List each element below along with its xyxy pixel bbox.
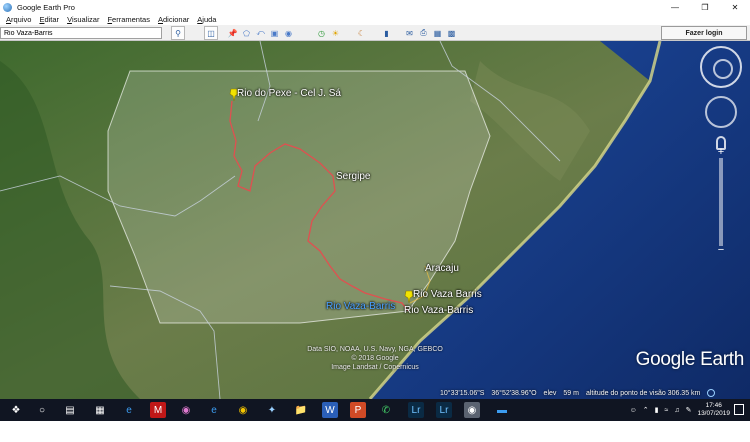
ruler-icon[interactable]: ▮ (380, 26, 393, 40)
status-bar: 10°33'15.06"S 36°52'38.96"O elev 59 m al… (440, 387, 750, 399)
google-earth-logo: Google Earth (635, 349, 745, 370)
app2-icon[interactable]: ▬ (494, 402, 510, 418)
edge-icon[interactable]: e (121, 402, 137, 418)
tour-icon[interactable]: ◉ (282, 26, 295, 40)
credit-line-3: Image Landsat / Copernicus (331, 364, 419, 371)
menu-ferramentas[interactable]: Ferramentas (107, 15, 150, 24)
toolbar: ⚲ ◫ 📌 ⬠ ⤺ ▣ ◉ ◷ ☀ ☾ ▮ ✉ ⎙ ▦ ▩ Fazer logi… (0, 25, 750, 41)
ie-icon[interactable]: e (206, 402, 222, 418)
whatsapp-icon[interactable]: ✆ (378, 402, 394, 418)
longitude-readout: 36°52'38.96"O (491, 389, 537, 397)
menu-bar: Arquivo Editar Visualizar Ferramentas Ad… (0, 14, 750, 25)
task-view-icon[interactable]: ▤ (62, 402, 78, 418)
zoom-slider[interactable] (719, 158, 723, 246)
maps-icon[interactable]: ▩ (445, 26, 458, 40)
map-view[interactable]: Rio do Pexe - Cel J. Sá Sergipe Aracaju … (0, 41, 750, 399)
search-icon: ⚲ (175, 28, 181, 38)
label-rio-vaza-barris-path[interactable]: Rio Vaza-Barris (404, 305, 473, 316)
credit-line-2: © 2018 Google (351, 355, 399, 362)
elevation-readout: 59 m (563, 389, 579, 397)
window-title: Google Earth Pro (17, 2, 75, 12)
sidebar-toggle-button[interactable]: ◫ (204, 26, 218, 40)
toolbar-group-ruler: ▮ (380, 26, 393, 40)
clock-time: 17:46 (705, 402, 722, 409)
taskbar-lower-area (0, 421, 750, 442)
minimize-button[interactable]: — (660, 0, 690, 14)
search-icon[interactable]: ○ (34, 402, 50, 418)
toolbar-group-planets: ☾ (355, 26, 368, 40)
save-image-icon[interactable]: ▦ (431, 26, 444, 40)
menu-visualizar[interactable]: Visualizar (67, 15, 99, 24)
latitude-readout: 10°33'15.06"S (440, 389, 485, 397)
toolbar-group-draw: 📌 ⬠ ⤺ ▣ ◉ (226, 26, 295, 40)
clock-date: 13/07/2019 (697, 410, 730, 417)
google-earth-app-icon (3, 2, 12, 12)
battery-icon[interactable]: ▮ (655, 406, 659, 414)
menu-adicionar[interactable]: Adicionar (158, 15, 189, 24)
overlay-icon[interactable]: ▣ (268, 26, 281, 40)
search-button[interactable]: ⚲ (171, 26, 185, 40)
people-icon[interactable]: ☺ (630, 407, 637, 414)
toolbar-group-share: ✉ ⎙ ▦ ▩ (403, 26, 458, 40)
language-icon[interactable]: ✎ (686, 406, 692, 414)
label-aracaju[interactable]: Aracaju (425, 263, 459, 274)
taskbar-clock[interactable]: 17:46 13/07/2019 (697, 402, 730, 418)
path-icon[interactable]: ⤺ (254, 26, 267, 40)
start-icon[interactable]: ❖ (8, 402, 24, 418)
imagery-credits: Data SIO, NOAA, U.S. Navy, NGA, GEBCO © … (270, 345, 480, 372)
streaming-indicator-icon (707, 389, 716, 397)
lightroom-icon[interactable]: Lr (408, 402, 424, 418)
sidebar-icon: ◫ (207, 28, 215, 38)
zoom-out-icon[interactable]: − (714, 244, 728, 256)
label-rio-do-pexe[interactable]: Rio do Pexe - Cel J. Sá (237, 88, 341, 99)
toolbar-group-view: ◷ ☀ (315, 26, 342, 40)
menu-editar[interactable]: Editar (39, 15, 59, 24)
search-input[interactable] (0, 27, 162, 39)
move-control-icon[interactable] (705, 96, 737, 128)
label-sergipe[interactable]: Sergipe (336, 171, 370, 182)
notification-icon[interactable] (734, 404, 744, 415)
powerpoint-icon[interactable]: P (350, 402, 366, 418)
label-rio-vaza-barris-river[interactable]: Rio Vaza-Barris (326, 301, 395, 312)
navigation-controls: + − (700, 46, 742, 256)
chrome-icon[interactable]: ◉ (235, 402, 251, 418)
explorer-icon[interactable]: 📁 (293, 402, 309, 418)
compass-look-control-icon[interactable] (700, 46, 742, 88)
label-rio-vaza-barris-placemark[interactable]: Rio Vaza Barris (413, 289, 482, 300)
credit-line-1: Data SIO, NOAA, U.S. Navy, NGA, GEBCO (307, 346, 443, 353)
title-bar: Google Earth Pro — ❐ ✕ (0, 0, 750, 14)
sun-icon[interactable]: ☀ (329, 26, 342, 40)
windows-taskbar: ❖ ○ ▤ ▦ e M ◉ e ◉ ✦ 📁 W P ✆ Lr Lr ◉ ▬ ☺ … (0, 399, 750, 442)
google-earth-icon[interactable]: ◉ (464, 402, 480, 418)
lightroom-classic-icon[interactable]: Lr (436, 402, 452, 418)
chevron-up-icon[interactable]: ⌃ (643, 406, 649, 414)
zoom-in-icon[interactable]: + (714, 146, 728, 158)
close-button[interactable]: ✕ (720, 0, 750, 14)
app-icon[interactable]: ✦ (264, 402, 280, 418)
email-icon[interactable]: ✉ (403, 26, 416, 40)
menu-ajuda[interactable]: Ajuda (197, 15, 216, 24)
word-icon[interactable]: W (322, 402, 338, 418)
media-icon[interactable]: ◉ (178, 402, 194, 418)
mcafee-icon[interactable]: M (150, 402, 166, 418)
polygon-icon[interactable]: ⬠ (240, 26, 253, 40)
history-icon[interactable]: ◷ (315, 26, 328, 40)
calculator-icon[interactable]: ▦ (92, 402, 108, 418)
altitude-readout: altitude do ponto de visão 306.35 km (585, 389, 701, 397)
maximize-button[interactable]: ❐ (690, 0, 720, 14)
menu-arquivo[interactable]: Arquivo (6, 15, 31, 24)
system-tray: ☺ ⌃ ▮ ≈ ♫ ✎ 17:46 13/07/2019 (630, 399, 750, 421)
volume-icon[interactable]: ♫ (674, 407, 679, 414)
login-button[interactable]: Fazer login (661, 26, 747, 40)
planets-icon[interactable]: ☾ (355, 26, 368, 40)
print-icon[interactable]: ⎙ (417, 26, 430, 40)
placemark-icon[interactable]: 📌 (226, 26, 239, 40)
elevation-label: elev (543, 389, 557, 397)
wifi-icon[interactable]: ≈ (664, 407, 668, 414)
